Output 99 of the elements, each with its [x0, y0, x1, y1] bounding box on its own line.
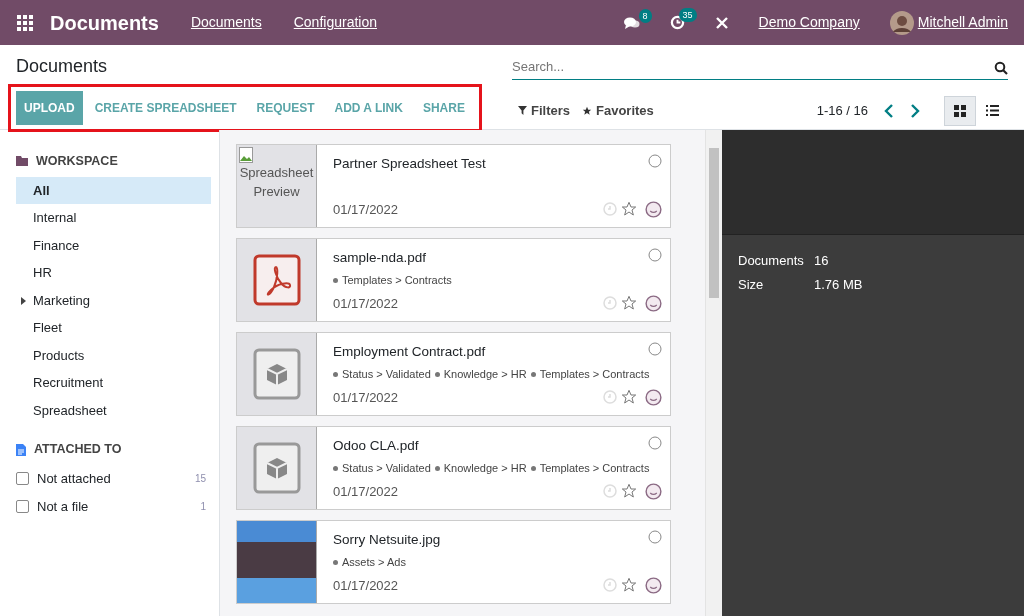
box-file-icon: [252, 348, 301, 400]
detail-value: 16: [814, 252, 829, 270]
user-smiley-icon[interactable]: [645, 294, 662, 312]
user-smiley-icon[interactable]: [645, 388, 662, 406]
document-name[interactable]: sample-nda.pdf: [333, 248, 427, 269]
kanban-view-button[interactable]: [944, 95, 976, 126]
tag: Assets > Ads: [333, 554, 406, 571]
workspace-item[interactable]: Internal: [16, 204, 211, 232]
document-date: 01/17/2022: [333, 482, 399, 501]
tag: Templates > Contracts: [333, 272, 452, 289]
previous-page-icon[interactable]: [884, 104, 894, 119]
tag-dot-icon: [333, 466, 338, 471]
next-page-icon[interactable]: [910, 104, 920, 119]
activity-count-badge: 35: [678, 8, 697, 22]
workspace-item[interactable]: Fleet: [16, 314, 211, 342]
document-name[interactable]: Partner Spreadsheet Test: [333, 154, 486, 175]
favorite-star-icon[interactable]: [621, 483, 637, 500]
filter-checkbox[interactable]: [16, 499, 29, 513]
user-menu[interactable]: Mitchell Admin: [913, 12, 1008, 33]
document-date: 01/17/2022: [333, 200, 399, 219]
user-smiley-icon[interactable]: [645, 576, 662, 594]
tools-icon[interactable]: [714, 15, 729, 30]
section-title: WORKSPACE: [36, 153, 118, 170]
list-view-icon: [985, 105, 999, 116]
workspace-item[interactable]: Spreadsheet: [16, 396, 211, 425]
workspace-item[interactable]: Marketing: [16, 286, 211, 315]
document-card[interactable]: Spreadsheet Preview Partner Spreadsheet Test 01/17/2022: [236, 144, 671, 228]
box-file-icon: [252, 442, 301, 494]
select-radio[interactable]: [648, 436, 662, 450]
tag-dot-icon: [333, 372, 338, 377]
tag: Status > Validated: [333, 460, 431, 477]
select-radio[interactable]: [648, 154, 662, 168]
user-smiley-icon[interactable]: [645, 482, 662, 500]
message-count-badge: 8: [638, 8, 652, 23]
favorite-star-icon[interactable]: [621, 389, 637, 406]
scrollbar[interactable]: [705, 130, 722, 616]
document-card[interactable]: sample-nda.pdf Templates > Contracts 01/17/2022: [236, 238, 671, 322]
tag: Knowledge > HR: [434, 460, 527, 477]
filter-checkbox[interactable]: [16, 472, 29, 486]
tag-dot-icon: [434, 372, 440, 377]
kanban-view-icon: [954, 104, 966, 117]
document-name[interactable]: Odoo CLA.pdf: [333, 436, 419, 457]
document-date: 01/17/2022: [333, 294, 399, 313]
company-switcher[interactable]: Demo Company: [750, 12, 868, 33]
filter-dropdown[interactable]: Favorites: [576, 99, 660, 122]
menu-link[interactable]: Documents: [174, 12, 278, 33]
select-radio[interactable]: [648, 530, 662, 544]
workspace-item[interactable]: Finance: [16, 231, 211, 260]
tag-dot-icon: [530, 372, 536, 377]
funnel-icon: [518, 106, 527, 115]
select-radio[interactable]: [648, 248, 662, 262]
broken-image-icon: [239, 147, 255, 163]
user-smiley-icon[interactable]: [645, 200, 662, 218]
expand-caret-icon[interactable]: [21, 296, 26, 305]
count-text: 1: [200, 499, 206, 514]
section-title: ATTACHED TO: [34, 441, 122, 459]
workspace-item[interactable]: All: [16, 176, 211, 205]
filter-label[interactable]: Not a file: [37, 496, 89, 516]
document-card[interactable]: Odoo CLA.pdf Status > Validated Knowledge > HR Templates > Contracts 01/17/2022: [236, 426, 671, 510]
document-date: 01/17/2022: [333, 388, 399, 407]
folder-icon: [16, 156, 28, 167]
image-alt-text: Spreadsheet Preview: [239, 164, 314, 201]
filter-label[interactable]: Not attached: [37, 469, 111, 489]
workspace-item[interactable]: Products: [16, 341, 211, 370]
document-icon: [16, 443, 26, 456]
tag-dot-icon: [333, 278, 338, 283]
pager-text: 1-16 / 16: [816, 101, 868, 120]
count-text: 15: [194, 472, 206, 487]
tag-dot-icon: [530, 466, 536, 471]
document-name[interactable]: Sorry Netsuite.jpg: [333, 530, 441, 551]
detail-value: 1.76 MB: [814, 275, 863, 294]
tag: Templates > Contracts: [530, 366, 650, 383]
document-card[interactable]: Sorry Netsuite.jpg Assets > Ads 01/17/2022: [236, 520, 671, 604]
favorite-star-icon[interactable]: [621, 577, 637, 594]
detail-label: Documents: [738, 252, 805, 270]
document-name[interactable]: Employment Contract.pdf: [333, 342, 486, 363]
search-icon[interactable]: [994, 61, 1008, 76]
tag-dot-icon: [333, 560, 338, 565]
breadcrumb: Documents: [16, 55, 109, 78]
workspace-item[interactable]: HR: [16, 259, 211, 287]
tag: Templates > Contracts: [530, 460, 650, 477]
document-card[interactable]: Employment Contract.pdf Status > Validated Knowledge > HR Templates > Contracts 01/17/2022: [236, 332, 671, 416]
app-title[interactable]: Documents: [50, 7, 159, 38]
favorite-star-icon[interactable]: [621, 295, 637, 312]
apps-menu-icon[interactable]: [16, 13, 34, 32]
menu-link[interactable]: Configuration: [277, 12, 393, 33]
pdf-file-icon: [252, 254, 301, 306]
user-avatar-icon: [889, 10, 914, 35]
select-radio[interactable]: [648, 342, 662, 356]
star-icon: [582, 105, 592, 116]
tag: Knowledge > HR: [434, 366, 527, 383]
favorite-star-icon[interactable]: [621, 201, 637, 218]
workspace-item[interactable]: Recruitment: [16, 369, 211, 397]
filter-dropdown[interactable]: Filters: [512, 99, 576, 122]
tag: Status > Validated: [333, 366, 431, 383]
detail-label: Size: [738, 275, 765, 294]
tag-dot-icon: [434, 466, 440, 471]
chat-bubbles-icon[interactable]: [623, 15, 640, 30]
document-date: 01/17/2022: [333, 576, 399, 595]
